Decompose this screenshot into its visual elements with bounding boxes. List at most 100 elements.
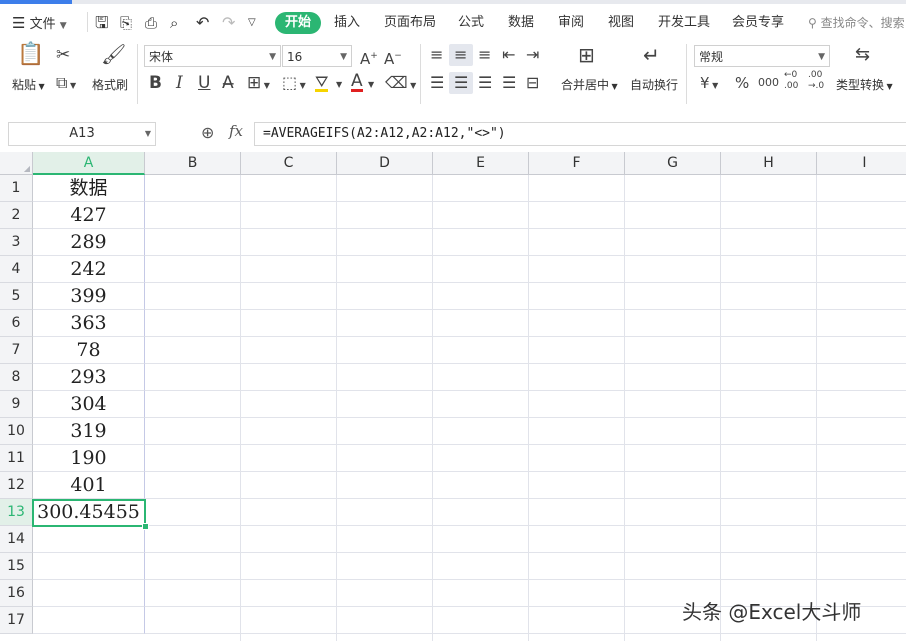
distribute-icon[interactable]: ⊟ <box>526 74 539 92</box>
cell-A10[interactable]: 319 <box>33 418 145 445</box>
format-painter-button[interactable]: 格式刷 <box>92 76 128 93</box>
quick-access-more-icon[interactable]: ▽ <box>248 12 256 34</box>
fill-color-icon[interactable]: ⛛ <box>315 74 329 92</box>
row-header[interactable]: 7 <box>0 337 33 364</box>
row-header[interactable]: 1 <box>0 175 33 202</box>
font-size-select[interactable]: 16 ▼ <box>282 45 352 67</box>
print-icon[interactable]: ⎙ <box>145 12 157 34</box>
type-convert-button[interactable]: 类型转换 ▼ <box>836 76 893 93</box>
align-middle-icon[interactable]: ≡ <box>454 46 467 64</box>
cell-A1[interactable]: 数据 <box>33 175 145 202</box>
thousands-separator-icon[interactable]: 000 <box>758 74 779 92</box>
decrease-indent-icon[interactable]: ⇤ <box>502 46 515 64</box>
column-header-G[interactable]: G <box>625 152 721 175</box>
cell-A11[interactable]: 190 <box>33 445 145 472</box>
column-header-B[interactable]: B <box>145 152 241 175</box>
cell-A5[interactable]: 399 <box>33 283 145 310</box>
cell-A8[interactable]: 293 <box>33 364 145 391</box>
cell-A6[interactable]: 363 <box>33 310 145 337</box>
copy-icon[interactable]: ⧉ ▼ <box>56 74 76 95</box>
align-right-icon[interactable]: ☰ <box>478 74 492 92</box>
tab-data[interactable]: 数据 <box>508 12 534 34</box>
align-left-icon[interactable]: ☰ <box>430 74 444 92</box>
cell-A4[interactable]: 242 <box>33 256 145 283</box>
column-header-H[interactable]: H <box>721 152 817 175</box>
align-top-icon[interactable]: ≡ <box>430 46 443 64</box>
row-header[interactable]: 6 <box>0 310 33 337</box>
select-all-corner[interactable]: ◢ <box>0 152 33 175</box>
align-bottom-icon[interactable]: ≡ <box>478 46 491 64</box>
row-header[interactable]: 14 <box>0 526 33 553</box>
font-name-select[interactable]: 宋体 ▼ <box>144 45 281 67</box>
column-header-E[interactable]: E <box>433 152 529 175</box>
tab-member[interactable]: 会员专享 <box>732 12 784 34</box>
paste-icon[interactable]: 📋 <box>17 44 44 66</box>
row-header[interactable]: 13 <box>0 499 33 526</box>
type-convert-icon[interactable]: ⇆ <box>855 46 870 64</box>
tab-developer[interactable]: 开发工具 <box>658 12 710 34</box>
tab-review[interactable]: 审阅 <box>558 12 584 34</box>
decrease-decimal-icon[interactable]: .00 →.0 <box>808 70 824 92</box>
increase-font-icon[interactable]: A+ <box>360 47 378 68</box>
wrap-text-icon[interactable]: ↵ <box>643 45 660 65</box>
italic-icon[interactable]: I <box>176 74 183 92</box>
percent-icon[interactable]: % <box>735 74 749 92</box>
row-header[interactable]: 8 <box>0 364 33 391</box>
row-header[interactable]: 9 <box>0 391 33 418</box>
justify-icon[interactable]: ☰ <box>502 74 516 92</box>
row-header[interactable]: 15 <box>0 553 33 580</box>
row-header[interactable]: 11 <box>0 445 33 472</box>
cell-A15[interactable] <box>33 553 145 580</box>
underline-icon[interactable]: U <box>198 74 210 92</box>
increase-decimal-icon[interactable]: ←0.00 <box>784 70 798 92</box>
cell-A2[interactable]: 427 <box>33 202 145 229</box>
decrease-font-icon[interactable]: A− <box>384 47 402 68</box>
border-icon[interactable]: ⊞ ▼ <box>247 74 270 95</box>
zoom-search-icon[interactable]: ⊕ <box>201 123 214 142</box>
row-header[interactable]: 2 <box>0 202 33 229</box>
row-header[interactable]: 5 <box>0 283 33 310</box>
formula-input[interactable]: =AVERAGEIFS(A2:A12,A2:A12,"<>") <box>254 122 906 146</box>
chevron-down-icon[interactable]: ▼ <box>336 76 342 94</box>
bold-icon[interactable]: B <box>149 74 162 92</box>
column-header-A[interactable]: A <box>33 152 145 175</box>
fill-handle[interactable] <box>142 523 149 530</box>
align-center-icon[interactable]: ☰ <box>454 74 468 92</box>
tab-insert[interactable]: 插入 <box>334 12 360 34</box>
row-header[interactable]: 12 <box>0 472 33 499</box>
cell-A12[interactable]: 401 <box>33 472 145 499</box>
font-color-icon[interactable]: A <box>351 73 363 92</box>
cell-A9[interactable]: 304 <box>33 391 145 418</box>
wrap-text-button[interactable]: 自动换行 <box>630 76 678 93</box>
merge-center-icon[interactable]: ⊞ <box>578 45 595 65</box>
strikethrough-icon[interactable]: A̶ <box>222 74 234 92</box>
currency-icon[interactable]: ¥ ▼ <box>700 74 718 95</box>
cell-A16[interactable] <box>33 580 145 607</box>
export-pdf-icon[interactable]: ⎘ <box>120 12 132 34</box>
row-header[interactable]: 10 <box>0 418 33 445</box>
column-header-I[interactable]: I <box>817 152 906 175</box>
tab-page-layout[interactable]: 页面布局 <box>384 12 436 34</box>
tab-view[interactable]: 视图 <box>608 12 634 34</box>
merge-center-button[interactable]: 合并居中 ▼ <box>561 76 618 93</box>
print-preview-icon[interactable]: ⌕ <box>170 12 178 34</box>
cell-A3[interactable]: 289 <box>33 229 145 256</box>
command-search[interactable]: ⚲ 查找命令、搜索 <box>808 12 905 34</box>
file-menu[interactable]: ☰ 文件 ▼ <box>12 12 67 34</box>
format-painter-icon[interactable]: 🖌 <box>101 44 126 64</box>
number-format-select[interactable]: 常规 ▼ <box>694 45 830 67</box>
undo-icon[interactable]: ↶ <box>196 12 209 34</box>
row-header[interactable]: 17 <box>0 607 33 634</box>
cell-A7[interactable]: 78 <box>33 337 145 364</box>
row-header[interactable]: 4 <box>0 256 33 283</box>
cut-icon[interactable]: ✂ <box>56 46 70 64</box>
chevron-down-icon[interactable]: ▼ <box>368 76 374 94</box>
column-header-F[interactable]: F <box>529 152 625 175</box>
column-header-D[interactable]: D <box>337 152 433 175</box>
row-header[interactable]: 3 <box>0 229 33 256</box>
save-icon[interactable]: 🖫 <box>95 12 109 34</box>
insert-function-icon[interactable]: fx <box>229 122 243 140</box>
cell-style-icon[interactable]: ⬚ ▼ <box>282 74 306 95</box>
redo-icon[interactable]: ↷ <box>222 12 235 34</box>
paste-button[interactable]: 粘贴 ▼ <box>12 76 45 93</box>
